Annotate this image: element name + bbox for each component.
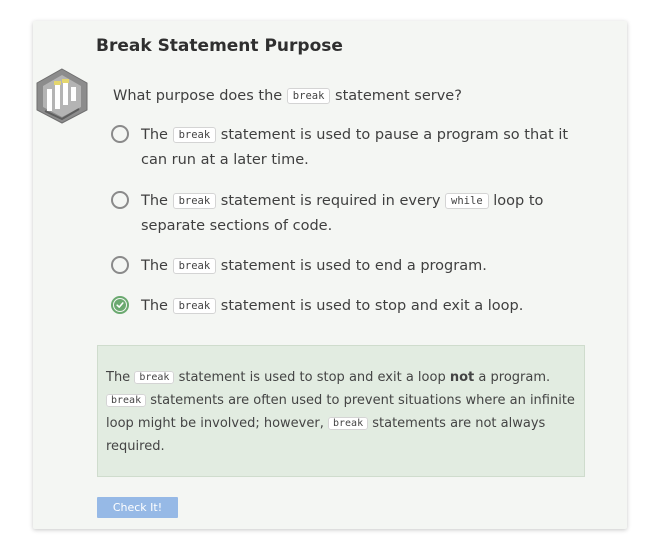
quiz-card: Break Statement Purpose What purpose doe… <box>33 21 627 529</box>
feedback-text: The break statement is used to stop and … <box>106 367 575 458</box>
question-code: break <box>286 88 331 104</box>
feedback-emphasis: not <box>449 370 475 385</box>
option-code: break <box>172 127 217 143</box>
feedback-segment: statements are not always <box>372 416 546 431</box>
radio-button[interactable] <box>111 256 129 274</box>
option-label: The break statement is used to stop and … <box>141 294 581 319</box>
option-text: The <box>141 258 168 274</box>
question-text: What purpose does the break statement se… <box>113 88 462 104</box>
option-text: can run at a later time. <box>141 152 309 168</box>
check-icon <box>114 299 126 311</box>
option-text: The <box>141 298 168 314</box>
option-text: statement is required in every <box>220 193 441 209</box>
option-label: The break statement is required in every… <box>141 189 581 238</box>
feedback-code: break <box>106 394 147 407</box>
feedback-segment: statement is used to stop and exit a loo… <box>178 370 446 385</box>
page-title: Break Statement Purpose <box>96 36 343 56</box>
option-text: statement is used to pause a program so … <box>220 127 569 143</box>
option-label: The break statement is used to pause a p… <box>141 123 581 172</box>
feedback-segment: loop might be involved; however, <box>106 416 324 431</box>
option-code: break <box>172 193 217 209</box>
option-text: loop to <box>493 193 544 209</box>
check-it-button[interactable]: Check It! <box>97 497 178 518</box>
feedback-panel: The break statement is used to stop and … <box>97 345 585 477</box>
option-text: statement is used to stop and exit a loo… <box>220 298 524 314</box>
option-text: The <box>141 127 168 143</box>
radio-button-checked[interactable] <box>111 296 129 314</box>
radio-button[interactable] <box>111 191 129 209</box>
feedback-code: break <box>327 417 369 430</box>
option-label: The break statement is used to end a pro… <box>141 254 581 279</box>
option-code: break <box>172 298 217 314</box>
option-code: while <box>445 193 489 209</box>
option-text: separate sections of code. <box>141 218 333 234</box>
feedback-segment: statements are often used to prevent sit… <box>150 393 575 408</box>
question-suffix: statement serve? <box>335 88 462 104</box>
option-text: The <box>141 193 168 209</box>
feedback-segment: a program. <box>478 370 551 385</box>
radio-button[interactable] <box>111 125 129 143</box>
question-prefix: What purpose does the <box>113 88 283 104</box>
option-text: statement is used to end a program. <box>220 258 487 274</box>
feedback-segment: required. <box>106 439 165 454</box>
option-code: break <box>172 258 217 274</box>
course-badge-icon <box>36 68 88 124</box>
feedback-code: break <box>134 371 175 384</box>
feedback-segment: The <box>106 370 131 385</box>
